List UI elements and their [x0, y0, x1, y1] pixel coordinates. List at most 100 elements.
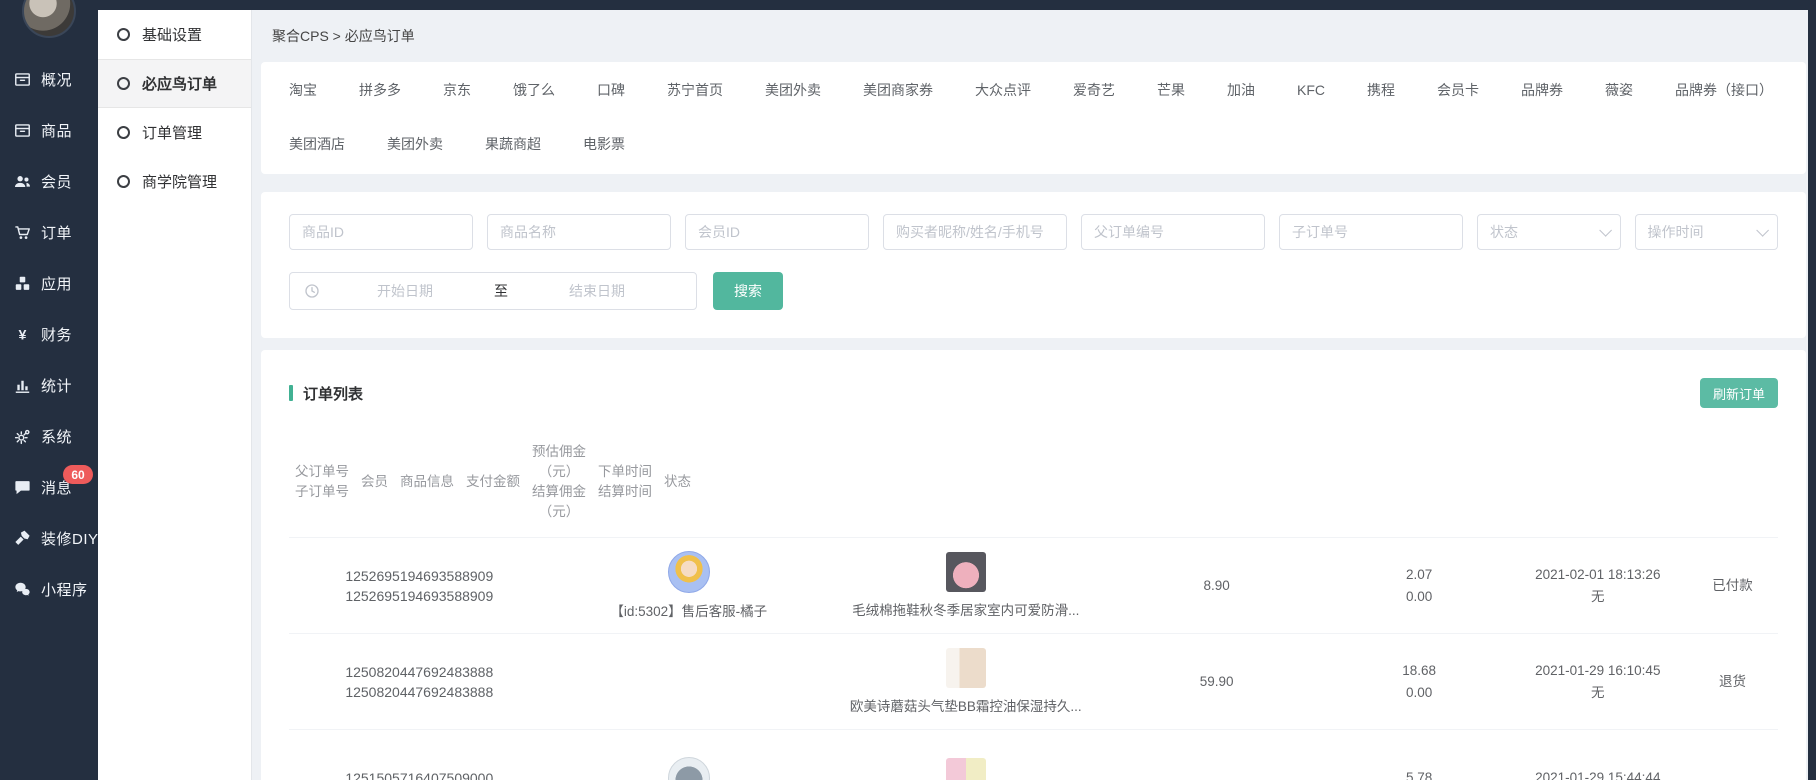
column-header: 状态 [658, 462, 697, 502]
sidebar-item-label: 概况 [41, 69, 72, 90]
sidebar-item[interactable]: 系统 [0, 411, 98, 462]
channel-tab[interactable]: 电影票 [583, 132, 625, 156]
main-sidebar: 概况 商品 会员 订单 应用 [0, 0, 98, 780]
channel-tab[interactable]: 口碑 [597, 78, 625, 102]
avatar[interactable] [22, 0, 76, 38]
stats-icon [13, 376, 32, 395]
filter-input[interactable] [883, 214, 1067, 250]
channel-tab[interactable]: 京东 [443, 78, 471, 102]
secondary-sidebar: 基础设置 必应鸟订单 订单管理 商学院管理 [98, 0, 252, 780]
submenu-item[interactable]: 基础设置 [98, 10, 251, 59]
submenu-item[interactable]: 必应鸟订单 [98, 59, 251, 108]
sidebar-item-label: 订单 [41, 222, 72, 243]
channel-tab[interactable]: 拼多多 [359, 78, 401, 102]
order-time: 2021-01-29 15:44:44 [1535, 767, 1660, 780]
section-accent-bar [289, 385, 293, 401]
table-row: 1251505716407509000 [289, 730, 1778, 780]
channel-tab[interactable]: 携程 [1367, 78, 1395, 102]
product-image [946, 552, 986, 592]
circle-bullet-icon [117, 28, 130, 41]
clock-icon [304, 283, 320, 299]
order-time: 2021-02-01 18:13:26 [1535, 564, 1660, 586]
channel-tab[interactable]: 美团商家券 [863, 78, 933, 102]
channel-tab[interactable]: 大众点评 [975, 78, 1031, 102]
submenu-item[interactable]: 订单管理 [98, 108, 251, 157]
sidebar-item[interactable]: 消息 60 [0, 462, 98, 513]
sidebar-item-label: 系统 [41, 426, 72, 447]
order-list-card: 订单列表 刷新订单 父订单号 子订单号会员商品信息支付金额预估佣金 （元） 结算… [261, 350, 1806, 780]
channel-tab[interactable]: 爱奇艺 [1073, 78, 1115, 102]
channel-tab[interactable]: 会员卡 [1437, 78, 1479, 102]
channel-tab[interactable]: 苏宁首页 [667, 78, 723, 102]
filter-select[interactable]: 操作时间 [1635, 214, 1779, 250]
settle-time: 无 [1591, 586, 1605, 608]
section-title: 订单列表 [303, 383, 363, 404]
sidebar-item[interactable]: 小程序 [0, 564, 98, 615]
filter-input[interactable] [1081, 214, 1265, 250]
settled-commission: 0.00 [1406, 682, 1432, 704]
channel-tab-row-2: 美团酒店 美团外卖 果蔬商超 电影票 [289, 132, 1778, 156]
miniprogram-icon [13, 580, 32, 599]
svg-text:¥: ¥ [19, 327, 27, 343]
start-date-input[interactable]: 开始日期 [320, 281, 490, 301]
status-text: 退货 [1719, 671, 1746, 693]
filter-input[interactable] [1279, 214, 1463, 250]
channel-tab[interactable]: 芒果 [1157, 78, 1185, 102]
finance-icon: ¥ [13, 325, 32, 344]
column-header: 父订单号 子订单号 [289, 452, 355, 512]
sidebar-item[interactable]: 订单 [0, 207, 98, 258]
date-range-separator: 至 [490, 281, 512, 301]
channel-tab[interactable]: 美团外卖 [387, 132, 443, 156]
channel-tab[interactable]: 品牌券（接口） [1675, 78, 1773, 102]
diy-icon [13, 529, 32, 548]
sidebar-item[interactable]: 会员 [0, 156, 98, 207]
sidebar-item[interactable]: ¥ 财务 [0, 309, 98, 360]
table-body: 1252695194693588909 1252695194693588909 … [289, 538, 1778, 780]
channel-tab[interactable]: 饿了么 [513, 78, 555, 102]
scrollbar-track[interactable] [1808, 0, 1816, 780]
channel-tab[interactable]: 薇姿 [1605, 78, 1633, 102]
filter-input[interactable] [487, 214, 671, 250]
sidebar-item[interactable]: 统计 [0, 360, 98, 411]
channel-tab[interactable]: 果蔬商超 [485, 132, 541, 156]
submenu-item[interactable]: 商学院管理 [98, 157, 251, 206]
filter-input[interactable] [289, 214, 473, 250]
channel-tab[interactable]: 加油 [1227, 78, 1255, 102]
member-avatar [668, 551, 710, 593]
end-date-input[interactable]: 结束日期 [512, 281, 682, 301]
sidebar-item-label: 装修DIY [41, 528, 99, 549]
filter-select[interactable]: 状态 [1477, 214, 1621, 250]
refresh-orders-button[interactable]: 刷新订单 [1700, 378, 1778, 408]
estimated-commission: 5.78 [1406, 767, 1432, 780]
search-button[interactable]: 搜索 [713, 272, 783, 310]
child-order-no: 1250820447692483888 [345, 682, 493, 702]
date-range-picker[interactable]: 开始日期 至 结束日期 [289, 272, 697, 310]
sidebar-item[interactable]: 概况 [0, 54, 98, 105]
sidebar-item[interactable]: 装修DIY [0, 513, 98, 564]
channel-tab[interactable]: KFC [1297, 78, 1325, 102]
message-count-badge: 60 [63, 465, 93, 484]
product-name: 欧美诗蘑菇头气垫BB霜控油保湿持久... [850, 695, 1082, 715]
product-name: 毛绒棉拖鞋秋冬季居家室内可爱防滑... [852, 599, 1079, 619]
column-header: 会员 [355, 462, 394, 502]
channel-tab[interactable]: 美团酒店 [289, 132, 345, 156]
channel-tab[interactable]: 品牌券 [1521, 78, 1563, 102]
app-icon [13, 274, 32, 293]
channel-tab[interactable]: 淘宝 [289, 78, 317, 102]
sidebar-item-label: 应用 [41, 273, 72, 294]
product-image [946, 648, 986, 688]
breadcrumb[interactable]: 聚合CPS > 必应鸟订单 [261, 10, 1806, 62]
top-bar [0, 0, 1816, 10]
pay-amount: 59.90 [1200, 671, 1234, 693]
parent-order-no: 1252695194693588909 [345, 566, 493, 586]
sidebar-item[interactable]: 商品 [0, 105, 98, 156]
filter-input[interactable] [685, 214, 869, 250]
column-header: 预估佣金 （元） 结算佣金 （元） [526, 432, 592, 532]
estimated-commission: 18.68 [1402, 660, 1436, 682]
table-row: 1252695194693588909 1252695194693588909 … [289, 538, 1778, 634]
sidebar-item[interactable]: 应用 [0, 258, 98, 309]
circle-bullet-icon [117, 126, 130, 139]
channel-tab[interactable]: 美团外卖 [765, 78, 821, 102]
parent-order-no: 1250820447692483888 [345, 662, 493, 682]
orders-table: 父订单号 子订单号会员商品信息支付金额预估佣金 （元） 结算佣金 （元）下单时间… [289, 426, 1778, 780]
